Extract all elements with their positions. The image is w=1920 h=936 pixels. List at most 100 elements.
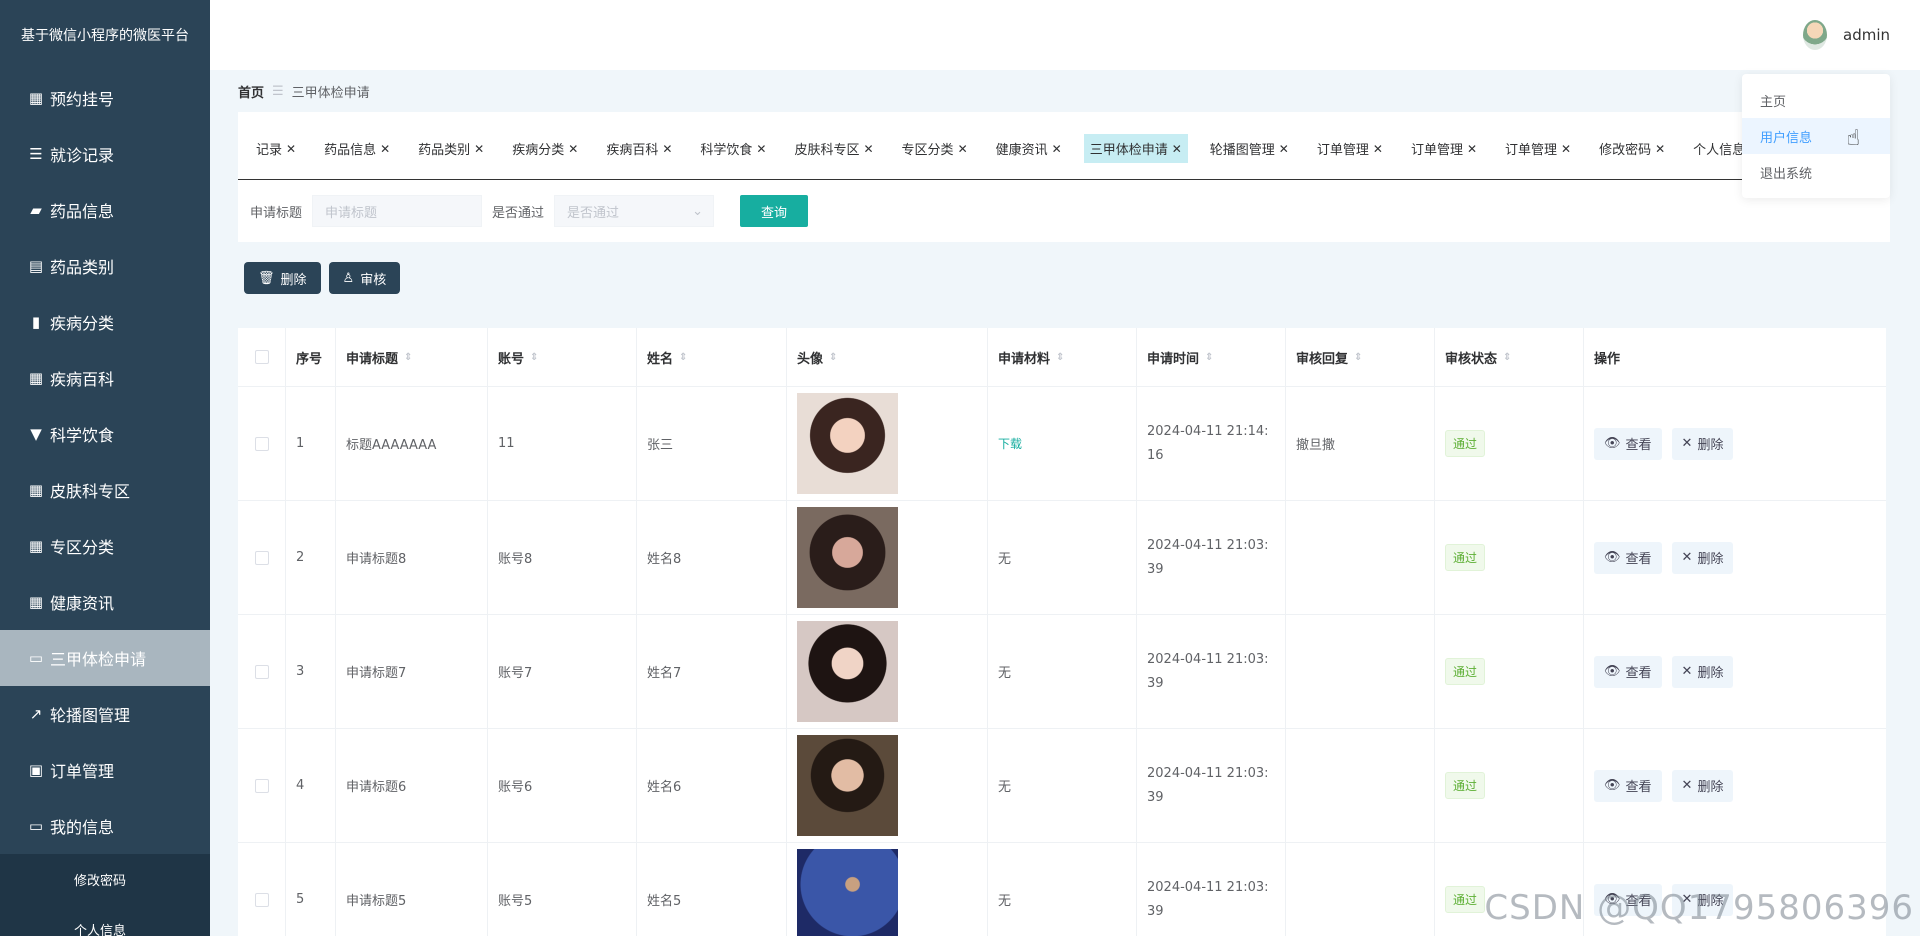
tab-11[interactable]: 订单管理 ✕ [1311, 134, 1389, 163]
close-icon[interactable]: ✕ [1467, 142, 1477, 156]
audit-button[interactable]: ♙ 审核 [328, 262, 401, 294]
delete-button[interactable]: ✕ 删除 [1671, 769, 1734, 802]
time-line-1: 2024-04-11 21:14: [1147, 423, 1269, 439]
row-checkbox[interactable] [254, 664, 269, 679]
close-icon[interactable]: ✕ [1373, 142, 1383, 156]
tab-6[interactable]: 皮肤科专区 ✕ [788, 134, 879, 163]
sidebar-item-0[interactable]: ▦ 预约挂号 [0, 70, 210, 126]
sidebar-item-6[interactable]: ▼ 科学饮食 [0, 406, 210, 462]
close-icon[interactable]: ✕ [380, 142, 390, 156]
sort-icon[interactable]: ⇕ [1056, 352, 1064, 363]
tab-5[interactable]: 科学饮食 ✕ [694, 134, 772, 163]
tab-12[interactable]: 订单管理 ✕ [1405, 134, 1483, 163]
delete-button[interactable]: ✕ 删除 [1671, 427, 1734, 460]
tab-7[interactable]: 专区分类 ✕ [896, 134, 974, 163]
row-checkbox[interactable] [254, 892, 269, 907]
sidebar-subitem-profile[interactable]: 个人信息 [0, 904, 210, 936]
cell-time: 2024-04-11 21:14: 16 [1137, 387, 1286, 500]
close-icon[interactable]: ✕ [474, 142, 484, 156]
sidebar-item-4[interactable]: ▮ 疾病分类 [0, 294, 210, 350]
sidebar-item-12[interactable]: ▣ 订单管理 [0, 742, 210, 798]
close-icon[interactable]: ✕ [1172, 142, 1182, 156]
cell-no: 1 [286, 387, 336, 500]
sidebar-subitem-change-password[interactable]: 修改密码 [0, 854, 210, 904]
column-header[interactable]: 头像 ⇕ [787, 328, 988, 386]
close-icon[interactable]: ✕ [1561, 142, 1571, 156]
view-button[interactable]: 👁 查看 [1594, 427, 1662, 460]
sort-icon[interactable]: ⇕ [829, 352, 837, 363]
delete-button[interactable]: ✕ 删除 [1671, 655, 1734, 688]
tab-0[interactable]: 记录 ✕ [250, 134, 302, 163]
close-icon[interactable]: ✕ [1052, 142, 1062, 156]
row-checkbox[interactable] [254, 436, 269, 451]
query-button[interactable]: 查询 [740, 195, 809, 227]
grid-icon: ▦ [28, 481, 44, 499]
sidebar-item-label: 专区分类 [50, 538, 115, 557]
tab-10[interactable]: 轮播图管理 ✕ [1204, 134, 1295, 163]
sidebar-item-13[interactable]: ▭ 我的信息 [0, 798, 210, 854]
cell-material: 无 [988, 501, 1137, 614]
close-icon[interactable]: ✕ [1279, 142, 1289, 156]
cell-status: 通过 [1435, 501, 1584, 614]
row-checkbox[interactable] [254, 778, 269, 793]
column-header[interactable]: 审核状态 ⇕ [1435, 328, 1584, 386]
row-checkbox[interactable] [254, 550, 269, 565]
row-select-cell [238, 501, 286, 614]
sort-icon[interactable]: ⇕ [679, 352, 687, 363]
sidebar-item-2[interactable]: ▰ 药品信息 [0, 182, 210, 238]
grid-icon: ▦ [28, 537, 44, 555]
batch-delete-button[interactable]: 🗑 删除 [244, 262, 321, 294]
close-icon[interactable]: ✕ [568, 142, 578, 156]
user-menu-trigger[interactable]: admin [1803, 20, 1890, 50]
breadcrumb-home[interactable]: 首页 [238, 82, 264, 101]
close-icon[interactable]: ✕ [286, 142, 296, 156]
column-header[interactable]: 申请标题 ⇕ [336, 328, 488, 386]
sidebar-item-9[interactable]: ▦ 健康资讯 [0, 574, 210, 630]
sidebar-item-7[interactable]: ▦ 皮肤科专区 [0, 462, 210, 518]
sort-icon[interactable]: ⇕ [530, 352, 538, 363]
close-icon[interactable]: ✕ [1655, 142, 1665, 156]
dropdown-item-user-info[interactable]: 用户信息 [1742, 118, 1890, 154]
sidebar-item-11[interactable]: ↗ 轮播图管理 [0, 686, 210, 742]
select-all-checkbox[interactable] [254, 350, 269, 364]
material-value[interactable]: 下载 [998, 435, 1022, 452]
column-header[interactable]: 申请材料 ⇕ [988, 328, 1137, 386]
tab-13[interactable]: 订单管理 ✕ [1499, 134, 1577, 163]
sort-icon[interactable]: ⇕ [1205, 352, 1213, 363]
cell-name: 姓名7 [637, 615, 787, 728]
column-header[interactable]: 姓名 ⇕ [637, 328, 787, 386]
sidebar-item-label: 科学饮食 [50, 426, 115, 445]
sort-icon[interactable]: ⇕ [1354, 352, 1362, 363]
close-icon[interactable]: ✕ [863, 142, 873, 156]
dropdown-item-home[interactable]: 主页 [1742, 82, 1890, 118]
delete-button[interactable]: ✕ 删除 [1671, 541, 1734, 574]
pass-select[interactable]: 是否通过 ⌄ [554, 195, 715, 227]
tab-2[interactable]: 药品类别 ✕ [412, 134, 490, 163]
tab-9[interactable]: 三甲体检申请 ✕ [1083, 134, 1188, 163]
view-button[interactable]: 👁 查看 [1594, 769, 1662, 802]
sort-icon[interactable]: ⇕ [404, 352, 412, 363]
close-icon[interactable]: ✕ [958, 142, 968, 156]
sidebar-item-label: 就诊记录 [50, 146, 115, 165]
sidebar-item-3[interactable]: ▤ 药品类别 [0, 238, 210, 294]
tab-8[interactable]: 健康资讯 ✕ [990, 134, 1068, 163]
title-search-input[interactable]: 申请标题 [312, 195, 483, 227]
column-header[interactable]: 申请时间 ⇕ [1137, 328, 1286, 386]
sidebar-item-10[interactable]: ▭ 三甲体检申请 [0, 630, 210, 686]
column-header[interactable]: 审核回复 ⇕ [1286, 328, 1435, 386]
close-icon[interactable]: ✕ [662, 142, 672, 156]
cell-material: 无 [988, 615, 1137, 728]
close-icon[interactable]: ✕ [756, 142, 766, 156]
view-button[interactable]: 👁 查看 [1594, 655, 1662, 688]
sidebar-item-8[interactable]: ▦ 专区分类 [0, 518, 210, 574]
tab-4[interactable]: 疾病百科 ✕ [600, 134, 678, 163]
tab-1[interactable]: 药品信息 ✕ [318, 134, 396, 163]
sidebar-item-1[interactable]: ☰ 就诊记录 [0, 126, 210, 182]
dropdown-item-logout[interactable]: 退出系统 [1742, 154, 1890, 190]
column-header[interactable]: 账号 ⇕ [488, 328, 637, 386]
sort-icon[interactable]: ⇕ [1503, 352, 1511, 363]
view-button[interactable]: 👁 查看 [1594, 541, 1662, 574]
tab-14[interactable]: 修改密码 ✕ [1593, 134, 1671, 163]
tab-3[interactable]: 疾病分类 ✕ [506, 134, 584, 163]
sidebar-item-5[interactable]: ▦ 疾病百科 [0, 350, 210, 406]
